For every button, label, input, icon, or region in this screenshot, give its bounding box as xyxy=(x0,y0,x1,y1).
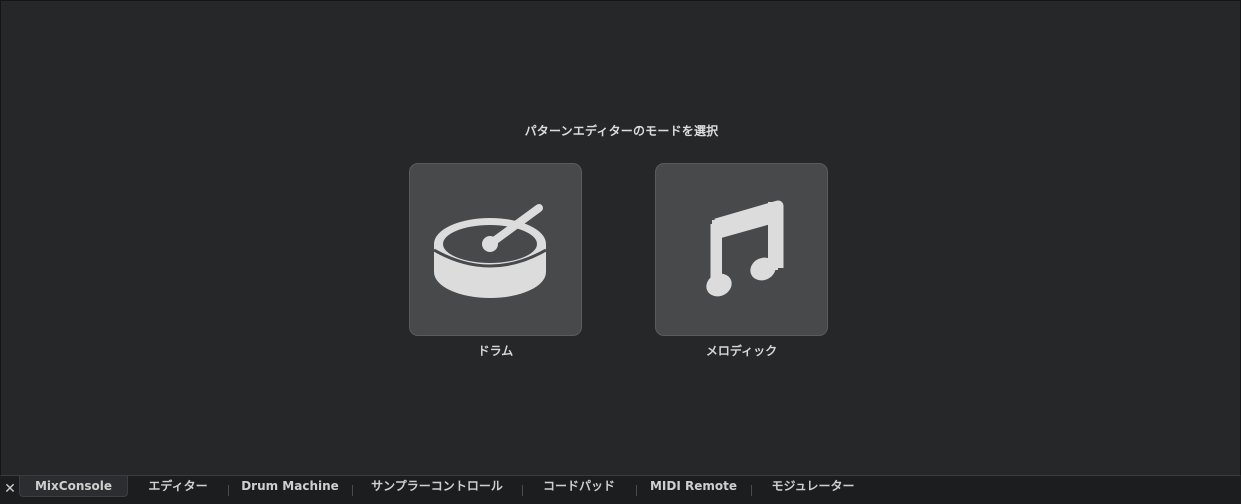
tab-divider xyxy=(228,485,229,496)
melodic-mode-button[interactable] xyxy=(655,163,828,336)
tab-divider xyxy=(751,485,752,496)
mode-select-prompt: パターンエディターのモードを選択 xyxy=(524,124,719,138)
tab-divider xyxy=(522,485,523,496)
drum-mode-label: ドラム xyxy=(477,344,514,358)
bottom-tab-bar: ✕ MixConsole エディター Drum Machine サンプラーコント… xyxy=(0,476,1241,504)
tab-drum-machine[interactable]: Drum Machine xyxy=(233,476,347,496)
tab-chord-pads[interactable]: コードパッド xyxy=(527,476,631,496)
tab-divider xyxy=(636,485,637,496)
tab-sampler-control[interactable]: サンプラーコントロール xyxy=(357,476,517,496)
tab-divider xyxy=(352,485,353,496)
tab-editor[interactable]: エディター xyxy=(133,476,223,496)
tab-modulators[interactable]: モジュレーター xyxy=(756,476,870,496)
melodic-mode-label: メロディック xyxy=(705,344,778,358)
drum-mode-button[interactable] xyxy=(409,163,582,336)
drum-icon xyxy=(433,204,547,298)
pattern-editor-panel: パターンエディターのモードを選択 ドラム メロディック xyxy=(0,0,1241,476)
close-icon[interactable]: ✕ xyxy=(2,479,18,499)
music-note-icon xyxy=(706,200,784,297)
tab-midi-remote[interactable]: MIDI Remote xyxy=(641,476,746,496)
tab-mixconsole[interactable]: MixConsole xyxy=(19,476,128,497)
